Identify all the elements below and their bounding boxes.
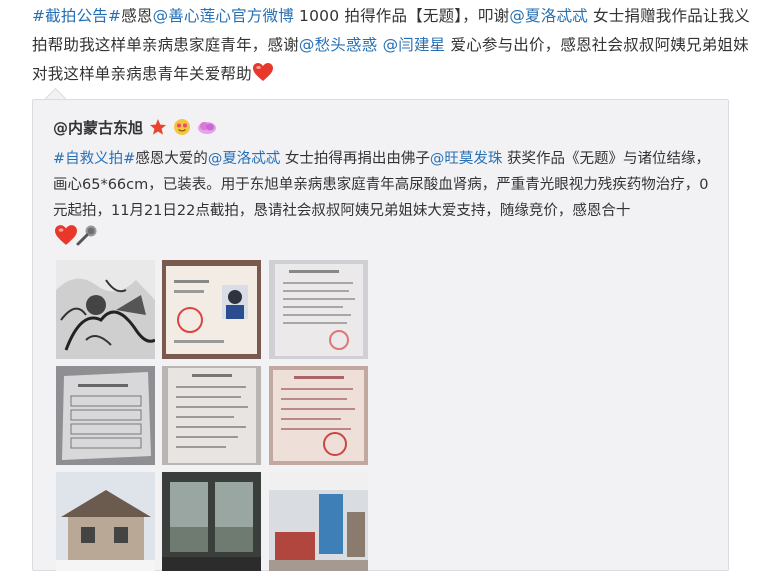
post-text-segment: 1000 拍得作品【无题】，叩谢 xyxy=(293,7,510,25)
thumb-document-4[interactable] xyxy=(269,366,368,465)
repost-card: @内蒙古东旭 #自救义拍#感恩大爱的@夏洛忒忒 女士拍得再捐出由佛子@旺莫发珠 … xyxy=(32,99,729,571)
repost-text-segment: 女士拍得再捐出由佛子 xyxy=(280,151,430,167)
cloud-badge-icon xyxy=(197,118,217,136)
thumb-id-certificate[interactable] xyxy=(162,260,261,359)
mention-link[interactable]: @愁头惑惑 xyxy=(299,36,378,54)
face-emoji-icon xyxy=(173,118,191,136)
mention-link[interactable]: @夏洛忒忒 xyxy=(208,151,281,167)
thumb-window-view[interactable] xyxy=(162,472,261,571)
heart-icon xyxy=(252,62,274,82)
repost-author-row: @内蒙古东旭 xyxy=(53,116,217,138)
thumb-artwork-ink[interactable] xyxy=(56,260,155,359)
mention-link[interactable]: @旺莫发珠 xyxy=(430,151,503,167)
hashtag-link[interactable]: #自救义拍# xyxy=(53,151,135,167)
heart-emoji-icon xyxy=(53,224,77,245)
post-text: #截拍公告#感恩@善心莲心官方微博 1000 拍得作品【无题】，叩谢@夏洛忒忒 … xyxy=(32,2,752,89)
repost-text: #自救义拍#感恩大爱的@夏洛忒忒 女士拍得再捐出由佛子@旺莫发珠 获奖作品《无题… xyxy=(53,146,713,252)
repost-author-link[interactable]: @内蒙古东旭 xyxy=(53,117,143,138)
star-badge-icon xyxy=(149,118,167,136)
thumb-document-1[interactable] xyxy=(269,260,368,359)
thumb-room-interior[interactable] xyxy=(269,472,368,571)
post-text-segment: 感恩 xyxy=(121,7,153,25)
thumb-house-snow[interactable] xyxy=(56,472,155,571)
repost-text-segment: 感恩大爱的 xyxy=(135,151,208,167)
thumb-document-2[interactable] xyxy=(56,366,155,465)
mention-link[interactable]: @闫建星 xyxy=(383,36,446,54)
mention-link[interactable]: @善心莲心官方微博 xyxy=(153,7,294,25)
thumb-document-3[interactable] xyxy=(162,366,261,465)
hashtag-link[interactable]: #截拍公告# xyxy=(32,7,121,25)
mention-link[interactable]: @夏洛忒忒 xyxy=(509,7,588,25)
microphone-emoji-icon xyxy=(75,224,97,246)
